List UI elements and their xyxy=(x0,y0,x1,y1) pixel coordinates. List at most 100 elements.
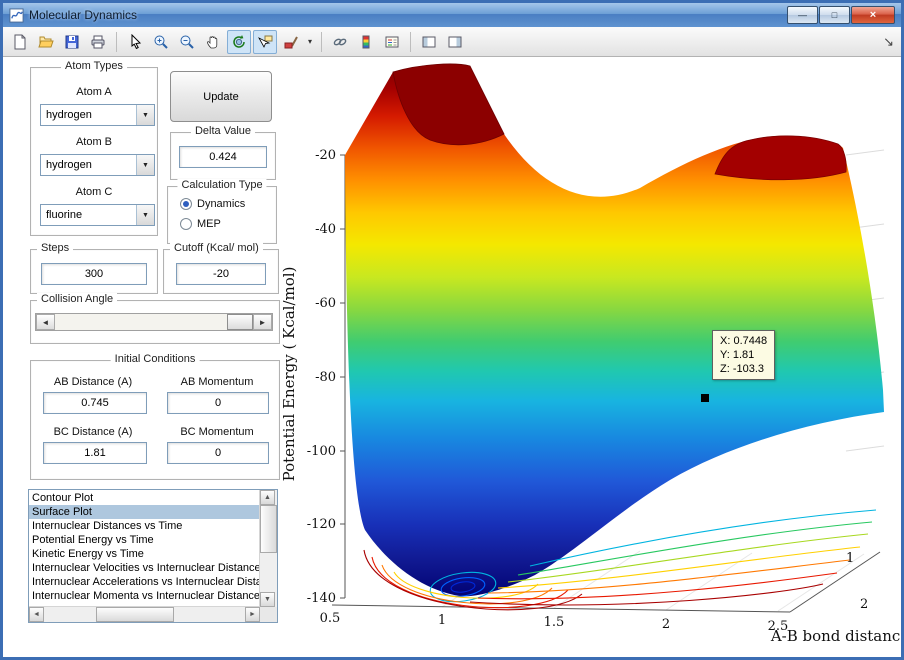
open-file-icon[interactable] xyxy=(34,30,58,54)
update-button[interactable]: Update xyxy=(170,71,272,122)
mep-radio-row[interactable]: MEP xyxy=(180,218,221,230)
dynamics-radio-label: Dynamics xyxy=(197,198,245,210)
figure-toolbar: ▾ ↘ xyxy=(3,27,901,57)
scroll-down-icon[interactable]: ▼ xyxy=(260,592,275,607)
atom-b-select[interactable]: hydrogen ▼ xyxy=(40,154,155,176)
svg-text:-20: -20 xyxy=(315,148,336,163)
zoom-in-icon[interactable] xyxy=(149,30,173,54)
ab-distance-field[interactable]: 0.745 xyxy=(43,392,147,414)
bc-momentum-field[interactable]: 0 xyxy=(167,442,269,464)
atom-c-label: Atom C xyxy=(31,186,157,198)
minimize-button[interactable]: — xyxy=(787,6,818,24)
atom-c-select[interactable]: fluorine ▼ xyxy=(40,204,155,226)
slider-left-arrow-icon[interactable]: ◄ xyxy=(36,314,55,330)
show-plot-tools-icon[interactable] xyxy=(443,30,467,54)
vertical-scroll-thumb[interactable] xyxy=(260,505,277,553)
brush-dropdown-icon[interactable]: ▾ xyxy=(305,37,315,46)
rotate-3d-icon[interactable] xyxy=(227,30,251,54)
cutoff-title: Cutoff (Kcal/ mol) xyxy=(170,242,263,254)
dock-figure-icon[interactable]: ↘ xyxy=(883,34,896,50)
chevron-down-icon[interactable]: ▼ xyxy=(136,205,154,225)
print-icon[interactable] xyxy=(86,30,110,54)
svg-text:1: 1 xyxy=(846,551,854,566)
plot-area[interactable]: -20 -40 -60 -80 -100 -120 -140 0.5 1 1.5… xyxy=(290,60,904,660)
chevron-down-icon[interactable]: ▼ xyxy=(136,105,154,125)
svg-text:0.5: 0.5 xyxy=(320,611,341,626)
delta-value-field[interactable]: 0.424 xyxy=(179,146,267,168)
close-button[interactable]: × xyxy=(851,6,895,24)
horizontal-scroll-thumb[interactable] xyxy=(96,607,174,622)
svg-text:-60: -60 xyxy=(315,296,336,311)
bc-momentum-label: BC Momentum xyxy=(155,426,279,438)
window-title: Molecular Dynamics xyxy=(29,8,137,22)
atom-c-value: fluorine xyxy=(46,209,82,221)
svg-text:-80: -80 xyxy=(315,370,336,385)
x-tick-labels: 0.5 1 1.5 2 2.5 xyxy=(320,611,789,634)
bc-distance-label: BC Distance (A) xyxy=(31,426,155,438)
titlebar[interactable]: Molecular Dynamics — □ × xyxy=(3,3,901,28)
data-tip-x: X: 0.7448 xyxy=(720,334,767,348)
slider-right-arrow-icon[interactable]: ► xyxy=(253,314,272,330)
save-icon[interactable] xyxy=(60,30,84,54)
zoom-out-icon[interactable] xyxy=(175,30,199,54)
maximize-button[interactable]: □ xyxy=(819,6,850,24)
slider-track[interactable] xyxy=(55,314,253,330)
dynamics-radio-row[interactable]: Dynamics xyxy=(180,198,245,210)
list-item[interactable]: Potential Energy vs Time xyxy=(29,533,260,547)
atom-a-select[interactable]: hydrogen ▼ xyxy=(40,104,155,126)
list-item[interactable]: Internuclear Velocities vs Internuclear … xyxy=(29,561,260,575)
scroll-up-icon[interactable]: ▲ xyxy=(260,490,275,505)
list-item[interactable]: Kinetic Energy vs Time xyxy=(29,547,260,561)
list-item[interactable]: Internuclear Momenta vs Internuclear Dis… xyxy=(29,589,260,603)
steps-panel: Steps 300 xyxy=(30,249,158,294)
data-tip[interactable]: X: 0.7448 Y: 1.81 Z: -103.3 xyxy=(712,330,775,380)
svg-text:2: 2 xyxy=(860,597,868,612)
atom-types-title: Atom Types xyxy=(61,60,127,72)
app-window: Molecular Dynamics — □ × ▾ ↘ Atom Types xyxy=(0,0,904,660)
cutoff-field[interactable]: -20 xyxy=(176,263,266,285)
slider-thumb[interactable] xyxy=(227,314,253,330)
scroll-left-icon[interactable]: ◄ xyxy=(29,607,44,622)
link-plot-icon[interactable] xyxy=(328,30,352,54)
hide-plot-tools-icon[interactable] xyxy=(417,30,441,54)
svg-text:-120: -120 xyxy=(307,517,336,532)
ab-momentum-label: AB Momentum xyxy=(155,376,279,388)
horizontal-scrollbar[interactable]: ◄ ► xyxy=(29,606,260,622)
bc-distance-field[interactable]: 1.81 xyxy=(43,442,147,464)
brush-icon[interactable] xyxy=(279,30,303,54)
collision-angle-panel: Collision Angle ◄ ► xyxy=(30,300,280,344)
list-item[interactable]: Internuclear Accelerations vs Internucle… xyxy=(29,575,260,589)
y-tick-labels: 1 2 xyxy=(846,551,868,612)
pan-icon[interactable] xyxy=(201,30,225,54)
scroll-right-icon[interactable]: ► xyxy=(245,607,260,622)
toolbar-separator xyxy=(321,32,322,52)
window-icon xyxy=(9,8,24,23)
ab-distance-label: AB Distance (A) xyxy=(31,376,155,388)
x-axis-label: A-B bond distance xyxy=(770,627,904,645)
pointer-icon[interactable] xyxy=(123,30,147,54)
data-cursor-marker[interactable] xyxy=(701,394,709,402)
mep-radio[interactable] xyxy=(180,218,192,230)
scrollbar-corner xyxy=(260,607,277,622)
ab-momentum-field[interactable]: 0 xyxy=(167,392,269,414)
list-item-selected[interactable]: Surface Plot xyxy=(29,505,260,519)
insert-legend-icon[interactable] xyxy=(380,30,404,54)
steps-field[interactable]: 300 xyxy=(41,263,147,285)
dynamics-radio[interactable] xyxy=(180,198,192,210)
calculation-type-title: Calculation Type xyxy=(177,179,266,191)
collision-angle-title: Collision Angle xyxy=(37,293,117,305)
plot-type-listbox[interactable]: Contour Plot Surface Plot Internuclear D… xyxy=(28,489,278,623)
insert-colorbar-icon[interactable] xyxy=(354,30,378,54)
delta-value-title: Delta Value xyxy=(191,125,255,137)
atom-types-panel: Atom Types Atom A hydrogen ▼ Atom B hydr… xyxy=(30,67,158,236)
new-file-icon[interactable] xyxy=(8,30,32,54)
data-cursor-icon[interactable] xyxy=(253,30,277,54)
svg-text:-140: -140 xyxy=(307,591,336,606)
vertical-scrollbar[interactable]: ▲ ▼ xyxy=(259,490,277,607)
list-item[interactable]: Contour Plot xyxy=(29,491,260,505)
list-item[interactable]: Internuclear Distances vs Time xyxy=(29,519,260,533)
svg-text:2: 2 xyxy=(662,617,670,632)
potential-energy-surface[interactable] xyxy=(345,64,884,596)
collision-angle-slider[interactable]: ◄ ► xyxy=(35,313,273,331)
chevron-down-icon[interactable]: ▼ xyxy=(136,155,154,175)
